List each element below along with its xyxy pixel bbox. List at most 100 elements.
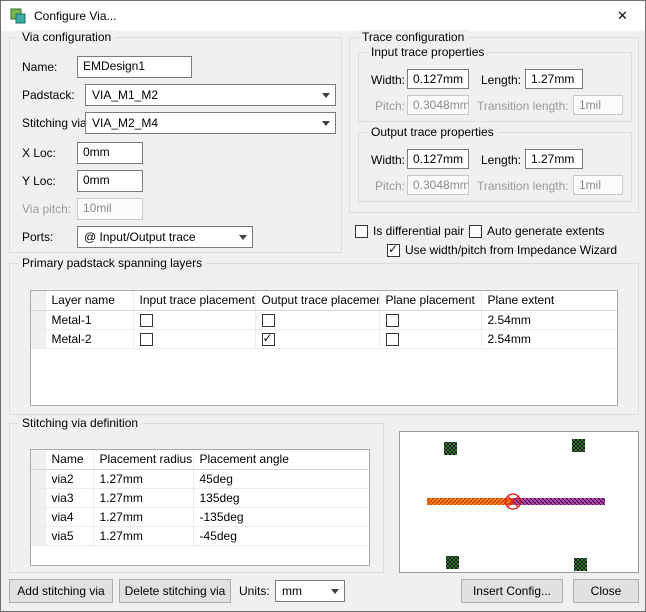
via-preview-panel	[399, 431, 639, 573]
stitching-via-label: Stitching via:	[22, 116, 91, 130]
trace-configuration-group: Trace configuration Input trace properti…	[349, 30, 639, 213]
table-row[interactable]: via2 1.27mm 45deg	[31, 469, 369, 489]
table-row[interactable]: via3 1.27mm 135deg	[31, 488, 369, 508]
width-label: Width:	[371, 73, 406, 87]
input-length-field[interactable]: 1.27mm	[525, 69, 583, 89]
table-row[interactable]: via5 1.27mm -45deg	[31, 526, 369, 546]
radius-cell[interactable]: 1.27mm	[93, 526, 194, 546]
col-placement-radius: Placement radius	[93, 450, 194, 470]
app-icon	[10, 8, 26, 24]
auto-extents-checkbox[interactable]	[469, 224, 482, 238]
input-transition-field: 1mil	[573, 95, 623, 115]
via-preview-graphic	[427, 439, 605, 571]
impedance-wizard-option: Use width/pitch from Impedance Wizard	[387, 242, 617, 257]
chevron-down-icon	[234, 227, 252, 247]
auto-extents-option: Auto generate extents	[469, 224, 604, 238]
close-icon[interactable]: ✕	[600, 1, 645, 30]
row-selector[interactable]	[31, 507, 46, 527]
col-name: Name	[45, 450, 94, 470]
radius-cell[interactable]: 1.27mm	[93, 488, 194, 508]
output-trace-properties-group: Output trace properties Width: 0.127mm L…	[358, 125, 632, 202]
angle-cell[interactable]: -45deg	[193, 526, 369, 546]
row-selector[interactable]	[31, 526, 46, 546]
table-row[interactable]: via4 1.27mm -135deg	[31, 507, 369, 527]
window-title: Configure Via...	[34, 9, 117, 23]
angle-cell[interactable]: 45deg	[193, 469, 369, 489]
output-pitch-field: 0.3048mm	[407, 175, 469, 195]
chevron-down-icon	[317, 113, 335, 133]
group-title: Primary padstack spanning layers	[18, 256, 207, 270]
plane-placement-checkbox[interactable]	[385, 313, 399, 327]
name-field[interactable]: EMDesign1	[77, 56, 192, 78]
padstack-layers-group: Primary padstack spanning layers Layer n…	[9, 256, 639, 415]
input-width-field[interactable]: 0.127mm	[407, 69, 469, 89]
impedance-wizard-checkbox[interactable]	[387, 242, 400, 257]
row-selector[interactable]	[31, 469, 46, 489]
table-row[interactable]: Metal-1 2.54mm	[31, 310, 617, 330]
col-plane-extent: Plane extent	[481, 291, 617, 311]
diff-pair-option: Is differential pair	[355, 224, 464, 238]
output-placement-checkbox[interactable]	[261, 331, 275, 347]
padstack-table: Layer name Input trace placement Output …	[30, 290, 618, 406]
input-placement-checkbox[interactable]	[139, 313, 153, 327]
width-label: Width:	[371, 153, 406, 167]
stitching-via-dropdown[interactable]: VIA_M2_M4	[85, 112, 336, 134]
length-label: Length:	[481, 73, 522, 87]
auto-extents-label: Auto generate extents	[487, 224, 605, 238]
via-name-cell[interactable]: via4	[45, 507, 94, 527]
col-input-trace-placement: Input trace placement	[133, 291, 256, 311]
group-title: Via configuration	[18, 30, 116, 44]
configure-via-dialog: Configure Via... ✕ Via configuration Nam…	[0, 0, 646, 612]
row-selector-header	[31, 291, 46, 311]
padstack-label: Padstack:	[22, 88, 75, 102]
xloc-field[interactable]: 0mm	[77, 142, 143, 164]
angle-cell[interactable]: 135deg	[193, 488, 369, 508]
plane-extent-cell[interactable]: 2.54mm	[481, 310, 617, 330]
delete-stitching-via-button[interactable]: Delete stitching via	[119, 579, 231, 603]
row-selector[interactable]	[31, 488, 46, 508]
row-selector[interactable]	[31, 329, 46, 350]
row-selector-header	[31, 450, 46, 470]
output-length-field[interactable]: 1.27mm	[525, 149, 583, 169]
radius-cell[interactable]: 1.27mm	[93, 469, 194, 489]
output-width-field[interactable]: 0.127mm	[407, 149, 469, 169]
via-name-cell[interactable]: via2	[45, 469, 94, 489]
plane-placement-checkbox[interactable]	[385, 333, 399, 347]
title-bar: Configure Via...	[1, 1, 645, 31]
pitch-label: Pitch:	[375, 99, 406, 113]
layer-name-cell: Metal-1	[45, 310, 134, 330]
stitching-table: Name Placement radius Placement angle vi…	[30, 449, 370, 566]
length-label: Length:	[481, 153, 522, 167]
angle-cell[interactable]: -135deg	[193, 507, 369, 527]
table-row[interactable]: Metal-2 2.54mm	[31, 329, 617, 350]
group-title: Output trace properties	[367, 125, 498, 139]
transition-length-label: Transition length:	[477, 179, 569, 193]
stitching-via-pad-icon	[572, 439, 585, 452]
via-name-cell[interactable]: via5	[45, 526, 94, 546]
input-placement-checkbox[interactable]	[139, 333, 153, 347]
table-header-row: Layer name Input trace placement Output …	[31, 291, 617, 311]
insert-config-button[interactable]: Insert Config...	[461, 579, 563, 603]
stitching-via-pad-icon	[444, 442, 457, 455]
add-stitching-via-button[interactable]: Add stitching via	[9, 579, 113, 603]
group-title: Input trace properties	[367, 45, 489, 59]
via-name-cell[interactable]: via3	[45, 488, 94, 508]
input-trace-properties-group: Input trace properties Width: 0.127mm Le…	[358, 45, 632, 122]
ports-dropdown[interactable]: @ Input/Output trace	[77, 226, 253, 248]
close-button[interactable]: Close	[573, 579, 639, 603]
plane-extent-cell[interactable]: 2.54mm	[481, 329, 617, 350]
row-selector[interactable]	[31, 310, 46, 330]
ports-label: Ports:	[22, 230, 54, 244]
stitching-via-group: Stitching via definition Name Placement …	[9, 416, 384, 573]
padstack-dropdown[interactable]: VIA_M1_M2	[85, 84, 336, 106]
stitching-via-pad-icon	[446, 556, 459, 569]
output-placement-checkbox[interactable]	[261, 313, 275, 327]
units-dropdown[interactable]: mm	[275, 580, 345, 602]
transition-length-label: Transition length:	[477, 99, 569, 113]
group-title: Stitching via definition	[18, 416, 143, 430]
table-header-row: Name Placement radius Placement angle	[31, 450, 369, 470]
diff-pair-checkbox[interactable]	[355, 224, 368, 238]
via-pitch-field: 10mil	[77, 198, 143, 220]
yloc-field[interactable]: 0mm	[77, 170, 143, 192]
radius-cell[interactable]: 1.27mm	[93, 507, 194, 527]
